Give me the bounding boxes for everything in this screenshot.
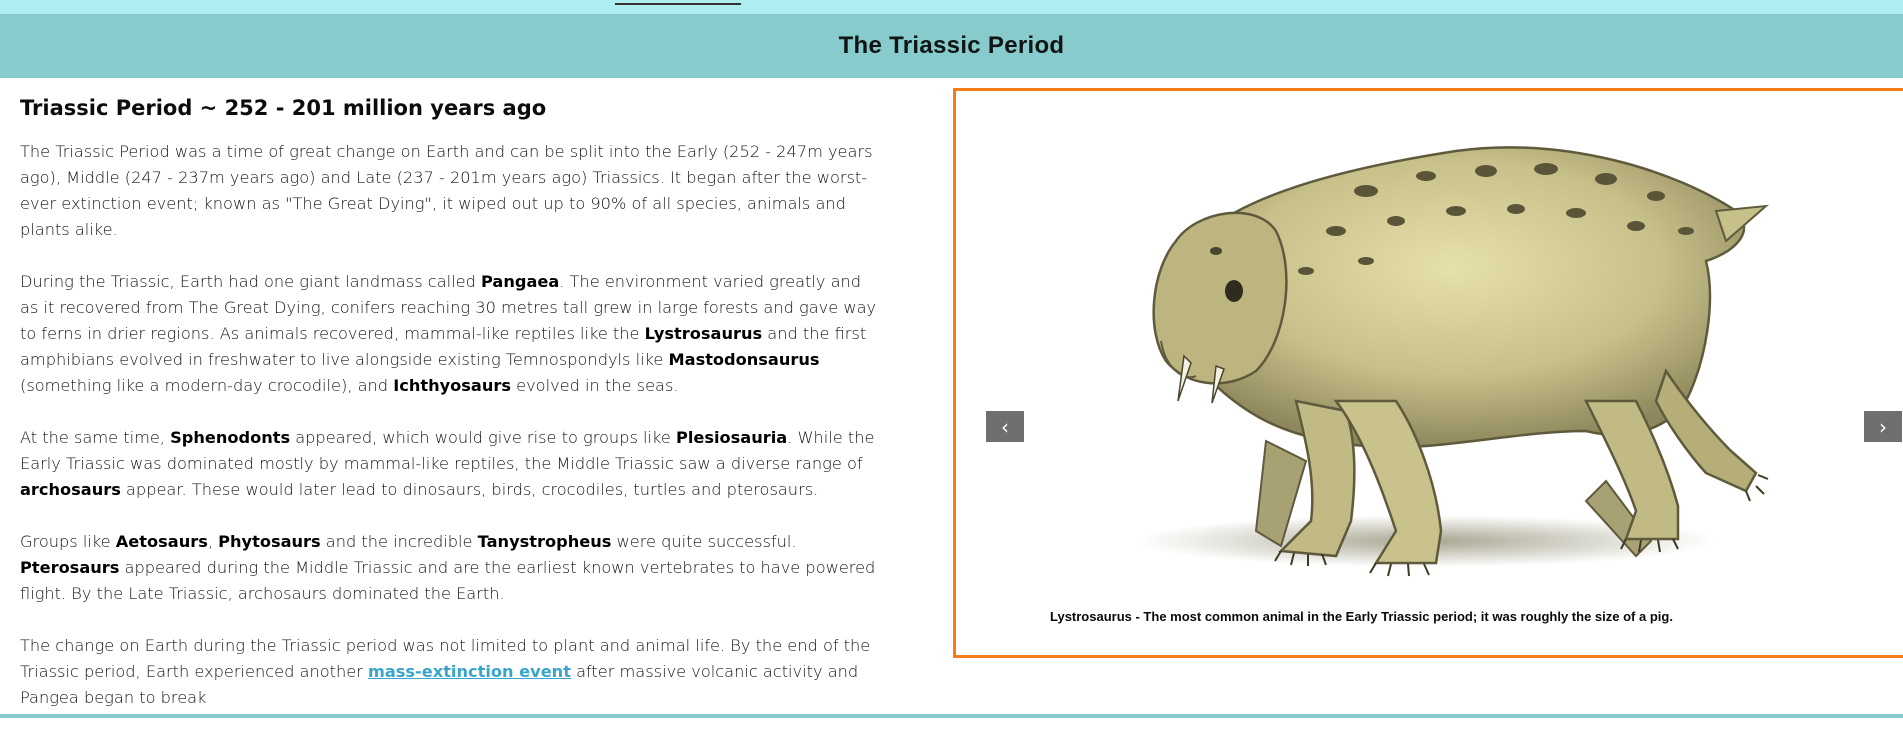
lystrosaurus-illustration bbox=[1136, 146, 1770, 577]
page-title: The Triassic Period bbox=[838, 32, 1065, 59]
term-aetosaurs: Aetosaurs bbox=[115, 532, 208, 551]
carousel-next-button[interactable]: › bbox=[1864, 411, 1902, 442]
mass-extinction-link[interactable]: mass-extinction event bbox=[368, 662, 571, 681]
text-span: , bbox=[207, 532, 219, 551]
carousel-prev-button[interactable]: ‹ bbox=[986, 411, 1024, 442]
text-span: (something like a modern-day crocodile),… bbox=[20, 376, 394, 395]
top-nav-bar bbox=[0, 0, 1903, 14]
text-span: were quite successful. bbox=[611, 532, 797, 551]
text-span: appear. These would later lead to dinosa… bbox=[120, 480, 819, 499]
chevron-right-icon: › bbox=[1879, 414, 1887, 439]
text-span: appeared during the Middle Triassic and … bbox=[20, 558, 876, 603]
term-mastodonsaurus: Mastodonsaurus bbox=[668, 350, 820, 369]
paragraph-intro: The Triassic Period was a time of great … bbox=[20, 142, 873, 239]
term-phytosaurs: Phytosaurs bbox=[218, 532, 321, 551]
term-pterosaurs: Pterosaurs bbox=[20, 558, 120, 577]
article-title: Triassic Period ~ 252 - 201 million year… bbox=[20, 96, 547, 120]
term-lystrosaurus: Lystrosaurus bbox=[644, 324, 763, 343]
text-span: appeared, which would give rise to group… bbox=[290, 428, 676, 447]
text-span: and the incredible bbox=[320, 532, 478, 551]
text-span: At the same time, bbox=[20, 428, 171, 447]
page-header: The Triassic Period bbox=[0, 14, 1903, 78]
paragraph-sphenodonts: At the same time, Sphenodonts appeared, … bbox=[20, 425, 880, 503]
image-carousel: ‹ › Lystrosaurus - The most common anima… bbox=[953, 88, 1903, 658]
paragraph-groups: Groups like Aetosaurs, Phytosaurs and th… bbox=[20, 529, 880, 607]
chevron-left-icon: ‹ bbox=[1001, 414, 1009, 439]
text-span: During the Triassic, Earth had one giant… bbox=[20, 272, 481, 291]
term-ichthyosaurs: Ichthyosaurs bbox=[393, 376, 511, 395]
term-pangaea: Pangaea bbox=[481, 272, 560, 291]
paragraph-extinction: The change on Earth during the Triassic … bbox=[20, 633, 880, 711]
footer-bar bbox=[0, 714, 1903, 718]
article-text: Triassic Period ~ 252 - 201 million year… bbox=[20, 96, 880, 737]
text-span: Groups like bbox=[20, 532, 116, 551]
term-sphenodonts: Sphenodonts bbox=[170, 428, 291, 447]
active-nav-underline bbox=[615, 3, 741, 5]
term-archosaurs: archosaurs bbox=[20, 480, 121, 499]
term-tanystropheus: Tanystropheus bbox=[477, 532, 612, 551]
term-plesiosauria: Plesiosauria bbox=[675, 428, 788, 447]
text-span: evolved in the seas. bbox=[511, 376, 679, 395]
paragraph-pangaea: During the Triassic, Earth had one giant… bbox=[20, 269, 880, 399]
slide-caption: Lystrosaurus - The most common animal in… bbox=[1050, 609, 1673, 624]
